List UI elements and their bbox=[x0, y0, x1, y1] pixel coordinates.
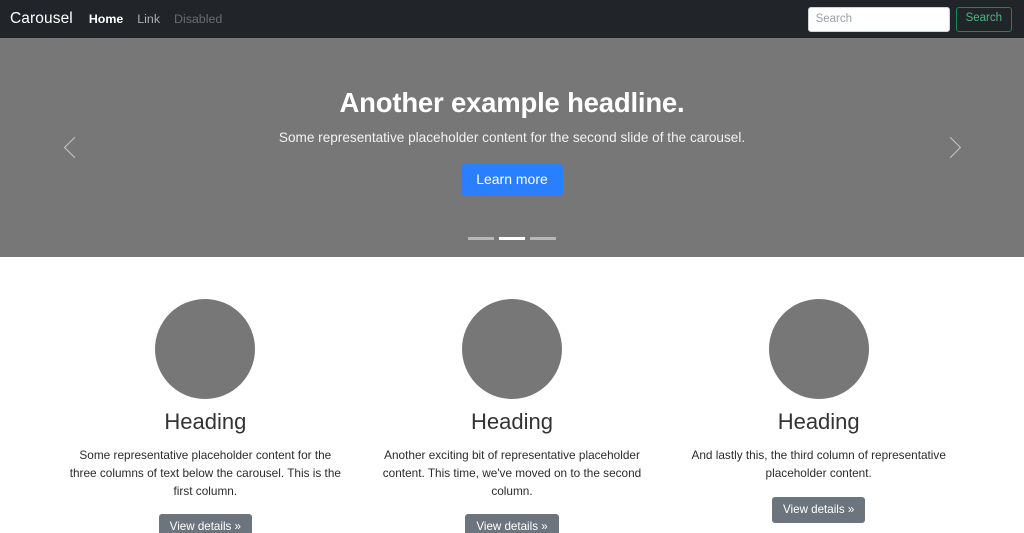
feature-text: And lastly this, the third column of rep… bbox=[691, 448, 946, 481]
feature-column: Heading And lastly this, the third colum… bbox=[665, 299, 972, 533]
view-details-button[interactable]: View details » bbox=[772, 496, 866, 523]
nav-link-disabled: Disabled bbox=[174, 12, 223, 26]
feature-column: Heading Some representative placeholder … bbox=[52, 299, 359, 533]
placeholder-circle-icon bbox=[768, 299, 869, 399]
nav-item-home: Home bbox=[89, 10, 123, 28]
carousel-indicator-1[interactable] bbox=[468, 237, 494, 240]
carousel: Another example headline. Some represent… bbox=[0, 38, 1024, 257]
search-input[interactable] bbox=[807, 6, 950, 32]
top-navbar: Carousel Home Link Disabled Search bbox=[0, 0, 1024, 38]
carousel-indicators bbox=[0, 237, 1024, 240]
search-button[interactable]: Search bbox=[955, 6, 1012, 32]
carousel-next-button[interactable] bbox=[914, 38, 986, 257]
feature-column: Heading Another exciting bit of represen… bbox=[359, 299, 666, 533]
learn-more-button[interactable]: Learn more bbox=[461, 163, 563, 196]
feature-heading: Heading bbox=[777, 409, 860, 434]
view-details-button[interactable]: View details » bbox=[158, 514, 252, 533]
carousel-subtext: Some representative placeholder content … bbox=[278, 130, 746, 146]
nav-item-disabled: Disabled bbox=[174, 10, 222, 28]
view-details-button[interactable]: View details » bbox=[465, 514, 559, 533]
carousel-indicator-3[interactable] bbox=[530, 237, 556, 240]
chevron-right-icon bbox=[939, 136, 961, 159]
carousel-indicator-2[interactable] bbox=[499, 237, 525, 240]
carousel-headline: Another example headline. bbox=[339, 87, 685, 118]
navbar-search-form: Search bbox=[807, 6, 1012, 32]
feature-columns: Heading Some representative placeholder … bbox=[0, 257, 1024, 533]
feature-text: Another exciting bit of representative p… bbox=[382, 448, 642, 498]
navbar-brand[interactable]: Carousel bbox=[10, 10, 73, 28]
feature-text: Some representative placeholder content … bbox=[69, 448, 341, 498]
navbar-links: Home Link Disabled bbox=[89, 10, 222, 28]
nav-item-link: Link bbox=[137, 10, 160, 28]
feature-heading: Heading bbox=[164, 409, 247, 434]
placeholder-circle-icon bbox=[462, 299, 562, 399]
nav-link-link[interactable]: Link bbox=[137, 12, 160, 26]
feature-heading: Heading bbox=[471, 409, 553, 434]
placeholder-circle-icon bbox=[155, 299, 256, 399]
nav-link-home[interactable]: Home bbox=[89, 12, 123, 26]
carousel-caption: Another example headline. Some represent… bbox=[0, 87, 1024, 196]
